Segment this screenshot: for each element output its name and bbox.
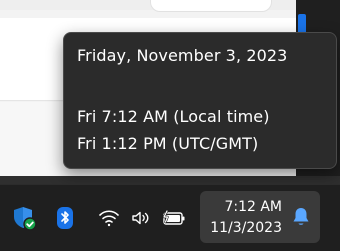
taskbar-clock[interactable]: 7:12 AM 11/3/2023 (200, 191, 320, 243)
battery-charging-icon (162, 209, 185, 225)
battery-tray-button[interactable] (160, 201, 188, 235)
bluetooth-icon (57, 207, 73, 229)
security-shield-icon (14, 207, 37, 231)
tooltip-utc-time: Fri 1:12 PM (UTC/GMT) (77, 134, 259, 153)
wifi-tray-button[interactable] (98, 201, 120, 235)
date-time-tooltip: Friday, November 3, 2023 Fri 7:12 AM (Lo… (63, 32, 337, 169)
volume-icon (132, 211, 149, 225)
tooltip-date: Friday, November 3, 2023 (77, 46, 288, 65)
clock-date: 11/3/2023 (210, 220, 282, 236)
bluetooth-tray-button[interactable] (52, 201, 78, 235)
wifi-icon (99, 210, 119, 227)
volume-tray-button[interactable] (130, 201, 152, 235)
tooltip-local-time: Fri 7:12 AM (Local time) (77, 107, 270, 126)
notification-bell-icon[interactable] (290, 205, 312, 229)
security-tray-button[interactable] (8, 201, 40, 235)
taskbar: 7:12 AM 11/3/2023 (0, 184, 340, 251)
clock-time: 7:12 AM (224, 199, 282, 215)
app-window-top-pill (150, 0, 272, 12)
